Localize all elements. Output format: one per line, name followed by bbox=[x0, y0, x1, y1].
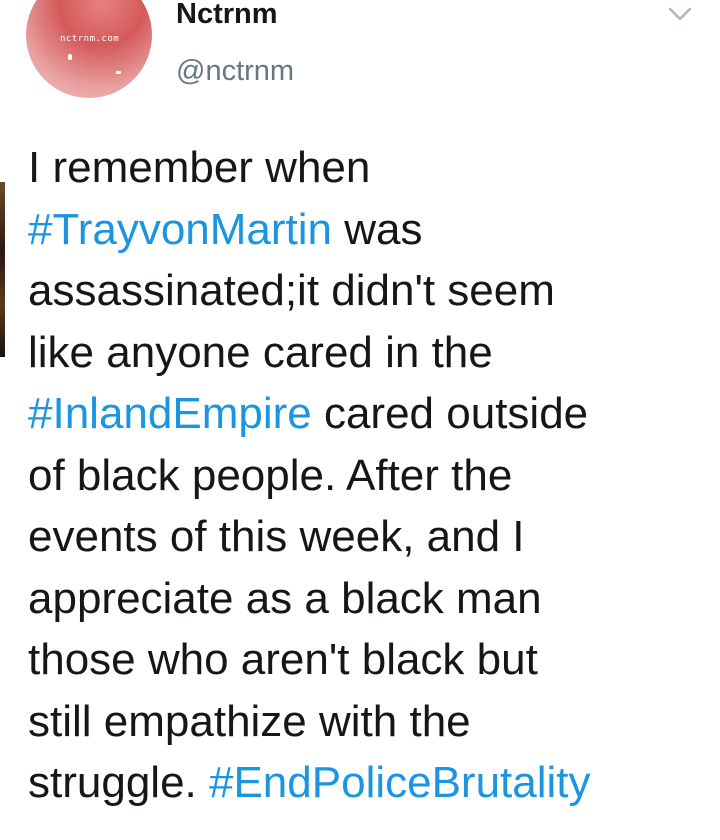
tweet-line: appreciate as a black man bbox=[28, 568, 708, 630]
chevron-down-icon[interactable] bbox=[665, 2, 695, 26]
tweet-line: like anyone cared in the bbox=[28, 322, 708, 384]
tweet-text-segment: still empathize with the bbox=[28, 696, 471, 746]
tweet-text-segment: of black people. After the bbox=[28, 450, 513, 500]
tweet-line: #TrayvonMartin was bbox=[28, 199, 708, 261]
tweet-text-segment: appreciate as a black man bbox=[28, 573, 542, 623]
avatar-mark bbox=[116, 71, 121, 74]
tweet-text-segment: struggle. bbox=[28, 758, 209, 807]
avatar-watermark: nctrnm.com bbox=[60, 34, 120, 44]
user-handle[interactable]: @nctrnm bbox=[176, 55, 294, 88]
tweet-line: #InlandEmpire cared outside bbox=[28, 383, 708, 445]
hashtag-link[interactable]: #EndPoliceBrutality bbox=[209, 758, 591, 807]
display-name[interactable]: Nctrnm bbox=[176, 0, 278, 31]
avatar-mark bbox=[68, 54, 72, 60]
tweet-line: those who aren't black but bbox=[28, 629, 708, 691]
tweet-text-segment: was bbox=[332, 204, 423, 254]
hashtag-link[interactable]: #TrayvonMartin bbox=[28, 205, 332, 254]
tweet-line: I remember when bbox=[28, 137, 708, 199]
tweet-line: still empathize with the bbox=[28, 691, 708, 753]
tweet-text-segment: those who aren't black but bbox=[28, 635, 538, 684]
tweet-text-segment: cared outside bbox=[311, 389, 589, 438]
tweet-line: assassinated;it didn't seem bbox=[28, 260, 708, 322]
hashtag-link[interactable]: #InlandEmpire bbox=[28, 389, 312, 438]
tweet-line: struggle. #EndPoliceBrutality bbox=[28, 752, 708, 814]
tweet-text-segment: like anyone cared in the bbox=[28, 327, 493, 377]
avatar[interactable]: nctrnm.com bbox=[26, 0, 152, 98]
tweet-text-segment: events of this week, and I bbox=[28, 512, 525, 561]
tweet-text: I remember when #TrayvonMartin was assassi… bbox=[28, 137, 708, 814]
background-image-strip bbox=[0, 182, 5, 357]
tweet-line: events of this week, and I bbox=[28, 506, 708, 568]
tweet-text-segment: I remember when bbox=[28, 143, 371, 192]
tweet-text-segment: assassinated;it didn't seem bbox=[28, 266, 555, 315]
tweet-line: of black people. After the bbox=[28, 445, 708, 507]
